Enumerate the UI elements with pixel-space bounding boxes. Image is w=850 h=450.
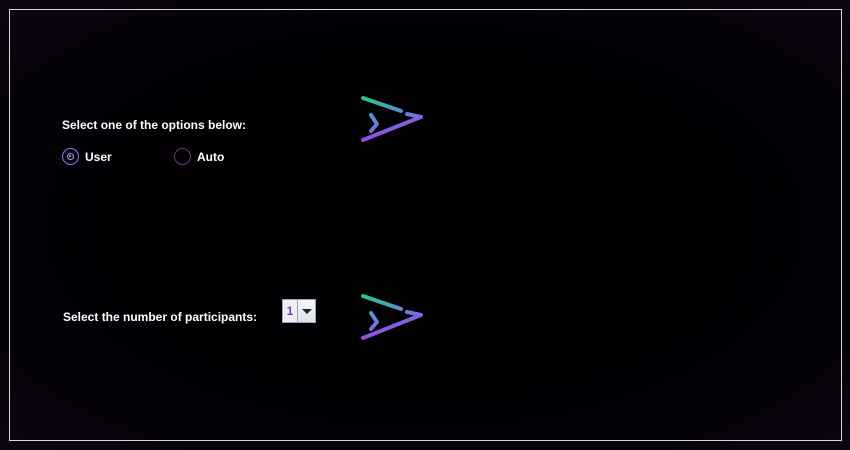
mode-next-button[interactable]	[358, 94, 428, 146]
app-window: Select one of the options below: User Au…	[0, 0, 850, 450]
auto-radio-option[interactable]: Auto	[174, 148, 224, 165]
user-radio-option[interactable]: User	[62, 148, 112, 165]
auto-radio-label[interactable]: Auto	[197, 150, 224, 164]
radio-unselected-icon[interactable]	[174, 148, 191, 165]
next-arrow-icon	[361, 294, 423, 340]
next-arrow-icon	[361, 96, 423, 142]
dropdown-button[interactable]	[297, 300, 315, 322]
participants-next-button[interactable]	[358, 292, 428, 344]
participants-selected-value[interactable]: 1	[283, 300, 297, 322]
participants-prompt-label: Select the number of participants:	[63, 310, 258, 324]
radio-selected-icon[interactable]	[62, 148, 79, 165]
mode-prompt-label: Select one of the options below:	[62, 118, 247, 132]
chevron-down-icon	[301, 308, 312, 314]
participants-combobox[interactable]: 1	[282, 299, 316, 323]
user-radio-label[interactable]: User	[85, 150, 112, 164]
content-frame	[9, 9, 842, 441]
